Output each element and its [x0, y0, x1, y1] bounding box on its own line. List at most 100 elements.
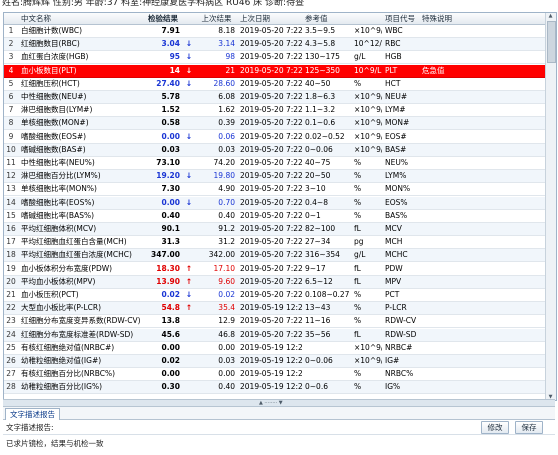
- table-row[interactable]: 8 单核细胞数(MON#) 0.58 0.39 2019-05-20 7:22 0.1~0…: [4, 117, 545, 131]
- row-code: EOS%: [385, 197, 408, 207]
- table-row[interactable]: 6 中性细胞数(NEU#) 5.78 6.08 2019-05-20 7:22 1.8~6…: [4, 91, 545, 104]
- row-last-date: 2019-05-20 7:22: [240, 184, 302, 194]
- row-last-result: 342.00: [208, 250, 235, 260]
- panel-splitter[interactable]: ▲ ········ ▼: [3, 399, 555, 407]
- row-index: 26: [6, 356, 16, 365]
- row-flag: ↓: [185, 197, 193, 207]
- row-last-date: 2019-05-20 7:22: [240, 224, 302, 233]
- row-index: 27: [6, 369, 16, 379]
- row-note: [420, 51, 466, 63]
- header-last-date[interactable]: 上次日期: [238, 13, 302, 25]
- desc-toolbar: 文字描述报告: 修改 保存: [3, 420, 555, 435]
- table-row[interactable]: 26 幼稚粒细胞绝对值(IG#) 0.02 0.03 2019-05-19 12:25 0…: [4, 355, 545, 368]
- row-name: 有核红细胞百分比(NRBC%): [21, 369, 116, 379]
- row-reference: 0.02~0.52: [305, 131, 345, 141]
- row-reference: 125~350: [305, 65, 340, 75]
- row-unit: ×10^9/L: [354, 356, 382, 365]
- header-result[interactable]: 检验结果: [144, 13, 182, 25]
- row-index: 5: [8, 78, 14, 88]
- table-row[interactable]: 23 红细胞分布宽度变异系数(RDW-CV) 13.8 12.9 2019-05-20 …: [4, 315, 545, 329]
- row-reference: 0~0.06: [305, 356, 333, 365]
- header-name[interactable]: 中文名称: [19, 13, 143, 25]
- row-result: 73.10: [156, 158, 180, 167]
- scroll-thumb[interactable]: [547, 21, 556, 63]
- row-code: BAS#: [385, 144, 407, 154]
- row-result: 3.04: [161, 39, 180, 49]
- table-row[interactable]: 14 嗜酸细胞比率(EOS%) 0.00 ↓ 0.70 2019-05-20 7:22 0.…: [4, 196, 545, 210]
- row-note: [420, 355, 466, 367]
- table-row[interactable]: 12 淋巴细胞百分比(LYM%) 19.20 ↓ 19.80 2019-05-20 7:2…: [4, 170, 545, 184]
- scroll-up-icon[interactable]: ▲: [547, 13, 554, 19]
- row-last-result: 0.06: [218, 131, 235, 141]
- row-index: 11: [6, 158, 16, 167]
- row-name: 幼稚粒细胞百分比(IG%): [21, 382, 103, 392]
- row-index: 14: [6, 197, 16, 207]
- row-last-result: 8.18: [218, 26, 235, 35]
- row-flag: ↓: [185, 65, 193, 75]
- table-row[interactable]: 27 有核红细胞百分比(NRBC%) 0.00 0.00 2019-05-19 12:2…: [4, 368, 545, 382]
- row-note: [420, 104, 466, 116]
- table-row[interactable]: 22 大型血小板比率(P-LCR) 54.8 ↑ 35.4 2019-05-19 12:2…: [4, 302, 545, 316]
- row-index: 24: [6, 329, 16, 339]
- table-row[interactable]: 10 嗜碱细胞数(BAS#) 0.03 0.03 2019-05-20 7:22 0~0.…: [4, 143, 545, 157]
- table-row[interactable]: 18 平均红细胞血红蛋白浓度(MCHC) 347.00 342.00 2019-05-2…: [4, 249, 545, 263]
- row-result: 13.90: [156, 276, 180, 286]
- table-row[interactable]: 20 平均血小板体积(MPV) 13.90 ↑ 9.60 2019-05-20 7:22 6…: [4, 275, 545, 289]
- table-row[interactable]: 13 单核细胞比率(MON%) 7.30 4.90 2019-05-20 7:22 3~1…: [4, 183, 545, 197]
- row-note: [420, 276, 466, 288]
- header-code[interactable]: 项目代号: [383, 13, 419, 25]
- row-result: 0.02: [161, 290, 180, 299]
- desc-content-area[interactable]: 已求片镜检，结果与机检一致: [3, 435, 555, 453]
- table-row[interactable]: 2 红细胞数目(RBC) 3.04 ↓ 3.14 2019-05-20 7:22 4.3~5…: [4, 38, 545, 52]
- splitter-grip-icon[interactable]: ▲ ········ ▼: [259, 400, 283, 406]
- row-result: 19.20: [156, 171, 180, 181]
- table-scrollbar[interactable]: ▲ ▼: [545, 13, 556, 400]
- row-reference: 40~75: [305, 158, 331, 167]
- table-row[interactable]: 24 红细胞分布宽度标准差(RDW-SD) 45.6 46.8 2019-05-20 7…: [4, 328, 545, 342]
- row-unit: fL: [354, 276, 361, 286]
- table-row[interactable]: 5 红细胞压积(HCT) 27.40 ↓ 28.60 2019-05-20 7:22 40~…: [4, 78, 545, 91]
- table-row[interactable]: 4 血小板数目(PLT) 14 ↓ 21 2019-05-20 7:22 125~350 10…: [4, 64, 545, 78]
- table-row[interactable]: 28 幼稚粒细胞百分比(IG%) 0.30 0.40 2019-05-19 12:25 0…: [4, 381, 545, 395]
- table-row[interactable]: 17 平均红细胞血红蛋白含量(MCH) 31.3 31.2 2019-05-20 7:2…: [4, 236, 545, 250]
- row-name: 中性细胞比率(NEU%): [21, 158, 95, 167]
- header-last-result[interactable]: 上次结果: [196, 13, 237, 25]
- row-last-date: 2019-05-20 7:22: [240, 65, 302, 75]
- row-last-date: 2019-05-19 12:25: [240, 356, 302, 365]
- row-last-result: 74.20: [213, 158, 235, 167]
- row-unit: ×10^9/L: [354, 26, 382, 35]
- row-reference: 3.5~9.5: [305, 26, 336, 35]
- row-result: 0.00: [161, 131, 180, 141]
- table-row[interactable]: 11 中性细胞比率(NEU%) 73.10 74.20 2019-05-20 7:22 4…: [4, 157, 545, 170]
- row-result: 0.00: [161, 197, 180, 207]
- header-reference[interactable]: 参考值: [303, 13, 351, 25]
- table-row[interactable]: 25 有核红细胞绝对值(NRBC#) 0.00 0.00 2019-05-19 12:2…: [4, 342, 545, 355]
- row-note: [420, 210, 466, 222]
- row-code: LYM%: [385, 171, 407, 181]
- table-row[interactable]: 9 嗜酸细胞数(EOS#) 0.00 ↓ 0.06 2019-05-20 7:22 0.02…: [4, 131, 545, 144]
- row-unit: %: [354, 210, 362, 220]
- table-row[interactable]: 16 平均红细胞体积(MCV) 90.1 91.2 2019-05-20 7:22 82~…: [4, 223, 545, 236]
- table-row[interactable]: 3 血红蛋白浓度(HGB) 95 ↓ 98 2019-05-20 7:22 130~175 g…: [4, 51, 545, 65]
- table-row[interactable]: 7 淋巴细胞数目(LYM#) 1.52 1.62 2019-05-20 7:22 1.1~…: [4, 104, 545, 118]
- modify-button[interactable]: 修改: [481, 421, 509, 434]
- row-note: [420, 91, 466, 103]
- row-result: 0.30: [161, 382, 180, 392]
- tab-text-report[interactable]: 文字描述报告: [5, 408, 60, 420]
- header-index: [4, 13, 18, 25]
- table-row[interactable]: 19 血小板体积分布宽度(PDW) 18.30 ↑ 17.10 2019-05-20 7:…: [4, 263, 545, 276]
- row-code: NEU#: [385, 92, 408, 101]
- row-index: 23: [6, 316, 16, 326]
- row-code: BAS%: [385, 210, 408, 220]
- table-row[interactable]: 15 嗜碱细胞比率(BAS%) 0.40 0.40 2019-05-20 7:22 0~1…: [4, 210, 545, 223]
- row-name: 幼稚粒细胞绝对值(IG#): [21, 356, 102, 365]
- row-code: MCHC: [385, 250, 408, 260]
- table-row[interactable]: 1 白细胞计数(WBC) 7.91 8.18 2019-05-20 7:22 3.5~9.…: [4, 25, 545, 38]
- table-row[interactable]: 21 血小板压积(PCT) 0.02 ↓ 0.02 2019-05-20 7:22 0.10…: [4, 289, 545, 302]
- header-note[interactable]: 特殊说明: [420, 13, 466, 25]
- save-button[interactable]: 保存: [515, 421, 543, 434]
- row-index: 10: [6, 144, 16, 154]
- row-reference: 9~17: [305, 263, 326, 273]
- row-flag: [183, 144, 195, 156]
- row-name: 嗜碱细胞比率(BAS%): [21, 210, 95, 220]
